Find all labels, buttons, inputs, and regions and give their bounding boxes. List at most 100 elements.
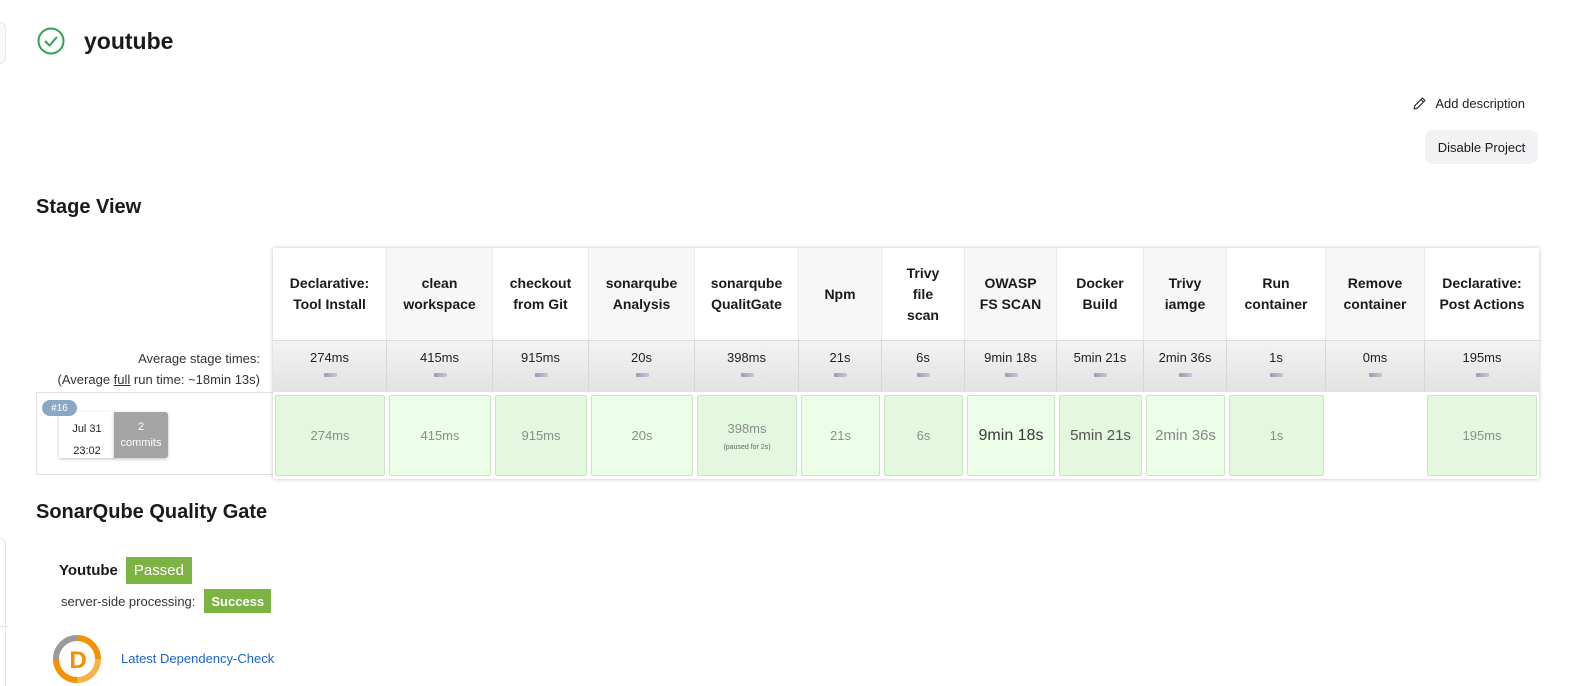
- stage-avg-value: 398ms: [726, 350, 767, 365]
- avg-bar: [740, 373, 754, 377]
- stage-cell-time: 9min 18s: [978, 426, 1044, 444]
- server-side-processing-row: server-side processing: Success: [61, 589, 272, 613]
- stage-cell-inner: [1328, 395, 1423, 476]
- stage-avg-time: 20s: [589, 340, 695, 392]
- stage-avg-value: 915ms: [520, 350, 561, 365]
- stage-cell[interactable]: 415ms: [387, 392, 493, 479]
- stage-header: sonarqube QualitGate: [695, 248, 799, 340]
- stage-cell-time: 415ms: [420, 428, 460, 443]
- stage-cell-inner: 20s: [591, 395, 693, 476]
- avg-bar: [534, 373, 548, 377]
- disable-project-button[interactable]: Disable Project: [1425, 130, 1538, 164]
- page-title: youtube: [84, 27, 174, 54]
- stage-column: Docker Build 5min 21s 5min 21s: [1057, 248, 1144, 479]
- stage-header: Trivy file scan: [882, 248, 965, 340]
- stage-header: Npm: [799, 248, 882, 340]
- stage-cell-inner: 398ms (paused for 2s): [697, 395, 797, 476]
- stage-cell[interactable]: 9min 18s: [965, 392, 1057, 479]
- stage-avg-value: 21s: [829, 350, 851, 365]
- stage-view-table: Declarative: Tool Install 274ms 274ms cl…: [273, 248, 1539, 479]
- stage-column: checkout from Git 915ms 915ms: [493, 248, 589, 479]
- left-panel-edge: [0, 22, 6, 64]
- stage-cell[interactable]: 915ms: [493, 392, 589, 479]
- stage-avg-time: 398ms: [695, 340, 799, 392]
- svg-text:D: D: [69, 647, 86, 674]
- avg-bar: [635, 373, 649, 377]
- sonar-project-name[interactable]: Youtube: [59, 562, 118, 579]
- commits-label: commits: [120, 437, 162, 449]
- stage-header: sonarqube Analysis: [589, 248, 695, 340]
- stage-avg-time: 6s: [882, 340, 965, 392]
- build-number-badge[interactable]: #16: [42, 400, 77, 416]
- stage-cell-inner: 5min 21s: [1059, 395, 1142, 476]
- stage-cell-time: 915ms: [521, 428, 561, 443]
- add-description-link[interactable]: Add description: [1412, 96, 1525, 111]
- stage-avg-value: 9min 18s: [984, 350, 1037, 365]
- stage-header: checkout from Git: [493, 248, 589, 340]
- stage-avg-value: 274ms: [309, 350, 350, 365]
- stage-column: Npm 21s 21s: [799, 248, 882, 479]
- quality-gate-status-badge: Passed: [125, 557, 192, 584]
- stage-cell-inner: 274ms: [275, 395, 385, 476]
- stage-header: clean workspace: [387, 248, 493, 340]
- paused-note: (paused for 2s): [723, 443, 771, 451]
- stage-header: Remove container: [1326, 248, 1425, 340]
- stage-cell[interactable]: 274ms: [273, 392, 387, 479]
- build-date-day: Jul 31: [72, 423, 102, 435]
- stage-column: Run container 1s 1s: [1227, 248, 1326, 479]
- stage-column: Trivy iamge 2min 36s 2min 36s: [1144, 248, 1227, 479]
- avg-run-time-text: (Average full run time: ~18min 13s): [36, 369, 260, 390]
- stage-header: Declarative: Post Actions: [1425, 248, 1539, 340]
- avg-bar: [1179, 373, 1192, 377]
- pencil-icon: [1413, 97, 1426, 110]
- stage-column: sonarqube Analysis 20s 20s: [589, 248, 695, 479]
- avg-bar: [834, 373, 847, 377]
- stage-avg-time: 2min 36s: [1144, 340, 1227, 392]
- stage-avg-time: 195ms: [1425, 340, 1539, 392]
- stage-cell-inner: 195ms: [1427, 395, 1537, 476]
- stage-avg-value: 20s: [631, 350, 652, 365]
- build-date-time: 23:02: [73, 445, 101, 457]
- stage-avg-value: 6s: [916, 350, 930, 365]
- stage-cell[interactable]: 1s: [1227, 392, 1326, 479]
- stage-cell[interactable]: 398ms (paused for 2s): [695, 392, 799, 479]
- avg-bar: [1094, 373, 1107, 377]
- stage-cell[interactable]: 195ms: [1425, 392, 1539, 479]
- avg-bar: [1369, 373, 1382, 377]
- stage-avg-time: 0ms: [1326, 340, 1425, 392]
- stage-cell[interactable]: 20s: [589, 392, 695, 479]
- avg-run-suffix: run time: ~18min 13s): [130, 372, 260, 387]
- stage-avg-value: 195ms: [1462, 350, 1502, 365]
- full-run-link[interactable]: full: [114, 372, 131, 387]
- stage-column: OWASP FS SCAN 9min 18s 9min 18s: [965, 248, 1057, 479]
- build-date[interactable]: Jul 31 23:02: [59, 412, 115, 458]
- avg-bar: [1270, 373, 1283, 377]
- stage-cell-time: 398ms: [727, 420, 767, 436]
- stage-header: Trivy iamge: [1144, 248, 1227, 340]
- avg-stage-times-text: Average stage times:: [138, 351, 260, 366]
- commits-count: 2: [137, 421, 145, 433]
- stage-avg-time: 915ms: [493, 340, 589, 392]
- dependency-check-icon: D: [53, 635, 101, 683]
- stage-avg-value: 5min 21s: [1073, 350, 1127, 365]
- stage-header: Docker Build: [1057, 248, 1144, 340]
- stage-avg-value: 1s: [1269, 350, 1283, 365]
- avg-bar: [323, 373, 337, 377]
- build-commits[interactable]: 2 commits: [114, 412, 168, 458]
- stage-cell-time: 1s: [1269, 428, 1284, 443]
- server-side-status-badge: Success: [204, 589, 272, 613]
- stage-header: Declarative: Tool Install: [273, 248, 387, 340]
- average-times-label: Average stage times: (Average full run t…: [36, 348, 260, 390]
- check-circle-icon: [37, 27, 65, 55]
- latest-dependency-check-link[interactable]: Latest Dependency-Check: [121, 651, 274, 666]
- stage-avg-value: 415ms: [419, 350, 460, 365]
- stage-cell-time: 5min 21s: [1070, 427, 1131, 444]
- stage-column: Remove container 0ms: [1326, 248, 1425, 479]
- stage-cell[interactable]: 2min 36s: [1144, 392, 1227, 479]
- stage-cell-time: 20s: [631, 428, 653, 443]
- left-panel-edge-lower: [0, 538, 6, 686]
- avg-run-prefix: (Average: [57, 372, 114, 387]
- stage-cell[interactable]: 6s: [882, 392, 965, 479]
- stage-cell[interactable]: 5min 21s: [1057, 392, 1144, 479]
- stage-cell[interactable]: 21s: [799, 392, 882, 479]
